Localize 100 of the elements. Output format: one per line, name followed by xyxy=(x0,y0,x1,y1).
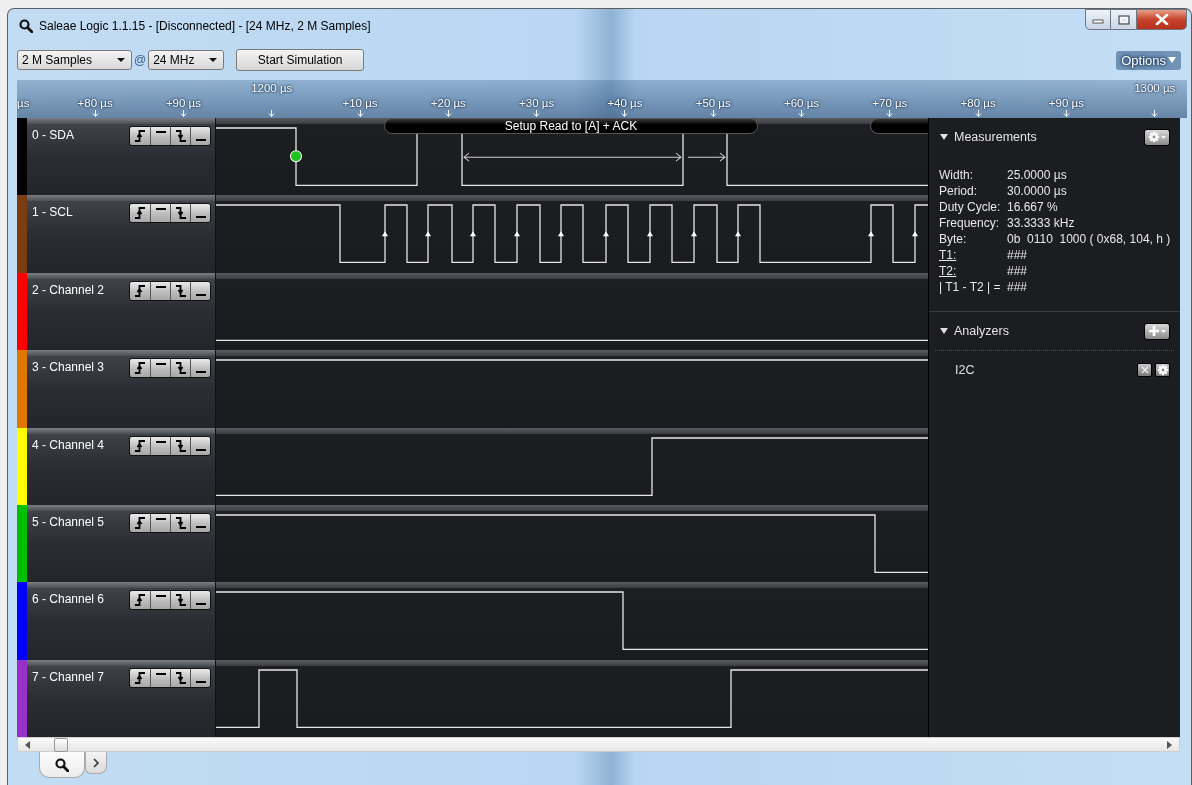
tick-arrow-icon xyxy=(356,110,364,117)
rising-edge-trigger-button[interactable] xyxy=(130,513,150,532)
plus-icon xyxy=(1148,325,1160,337)
falling-edge-trigger-button[interactable] xyxy=(170,281,190,300)
rising-edge-trigger-button[interactable] xyxy=(130,127,150,145)
analyzer-settings-button[interactable] xyxy=(1155,363,1170,377)
start-simulation-button[interactable]: Start Simulation xyxy=(236,49,365,71)
measurements-settings-button[interactable] xyxy=(1144,128,1170,146)
tick-label: µs xyxy=(17,97,30,110)
add-analyzer-button[interactable] xyxy=(1144,322,1170,340)
falling-edge-trigger-button[interactable] xyxy=(170,204,190,223)
remove-analyzer-button[interactable] xyxy=(1137,363,1152,377)
tick-arrow-icon xyxy=(621,110,629,117)
high-level-icon xyxy=(155,672,166,675)
minimize-button[interactable] xyxy=(1085,9,1111,30)
caret-icon xyxy=(1168,57,1176,63)
high-level-trigger-button[interactable] xyxy=(150,668,170,687)
section-title: Analyzers xyxy=(954,324,1009,338)
measurement-value: 33.3333 kHz xyxy=(1007,216,1076,231)
falling-edge-trigger-button[interactable] xyxy=(170,513,190,532)
high-level-trigger-button[interactable] xyxy=(150,436,170,455)
falling-edge-icon xyxy=(174,362,187,375)
rising-edge-trigger-button[interactable] xyxy=(130,281,150,300)
low-level-trigger-button[interactable] xyxy=(190,281,210,300)
low-level-icon xyxy=(195,216,206,219)
tick-label: +80 µs xyxy=(960,97,996,110)
falling-edge-icon xyxy=(174,671,187,684)
tick-label: +70 µs xyxy=(872,97,908,110)
high-level-trigger-button[interactable] xyxy=(150,127,170,145)
maximize-button[interactable] xyxy=(1111,9,1137,30)
gear-icon xyxy=(1148,131,1160,143)
search-icon xyxy=(55,757,69,772)
measurement-value: 30.0000 µs xyxy=(1007,184,1068,199)
analyzer-name: I2C xyxy=(955,363,975,377)
high-level-trigger-button[interactable] xyxy=(150,204,170,223)
channel-name: 0 - SDA xyxy=(32,128,74,142)
high-level-trigger-button[interactable] xyxy=(150,513,170,532)
measurement-label: | T1 - T2 | = xyxy=(939,280,1002,295)
scrollbar-thumb[interactable] xyxy=(54,737,68,752)
next-tab[interactable] xyxy=(85,752,107,774)
high-level-trigger-button[interactable] xyxy=(150,359,170,378)
measurement-label: T1: xyxy=(939,248,958,263)
high-level-trigger-button[interactable] xyxy=(150,281,170,300)
caret-icon xyxy=(117,58,125,62)
collapse-triangle-icon xyxy=(940,328,948,334)
channel-name: 1 - SCL xyxy=(32,205,73,220)
rising-edge-icon xyxy=(134,671,146,684)
channel-name: 3 - Channel 3 xyxy=(32,360,105,375)
channel-name: 4 - Channel 4 xyxy=(32,437,105,452)
channel-name: 6 - Channel 6 xyxy=(32,592,105,607)
sample-rate-dropdown[interactable]: 24 MHz xyxy=(148,50,225,70)
rising-edge-trigger-button[interactable] xyxy=(130,591,150,610)
low-level-icon xyxy=(195,603,206,606)
rising-edge-trigger-button[interactable] xyxy=(130,436,150,455)
tick-arrow-icon xyxy=(709,110,717,117)
low-level-trigger-button[interactable] xyxy=(190,204,210,223)
measurement-value: 0b 0110 1000 ( 0x68, 104, h ) xyxy=(1007,232,1172,247)
maximize-icon xyxy=(1117,14,1130,25)
measurement-value: ### xyxy=(1007,264,1029,279)
rising-edge-trigger-button[interactable] xyxy=(130,668,150,687)
tick-arrow-icon xyxy=(1151,110,1159,117)
tick-arrow-icon xyxy=(798,110,805,117)
falling-edge-trigger-button[interactable] xyxy=(170,127,190,145)
low-level-trigger-button[interactable] xyxy=(190,668,210,687)
channel-name: 2 - Channel 2 xyxy=(32,282,105,297)
measurement-label: Frequency: xyxy=(939,216,1001,231)
rising-edge-icon xyxy=(134,516,146,529)
low-level-icon xyxy=(195,371,206,374)
search-icon xyxy=(19,19,33,33)
falling-edge-trigger-button[interactable] xyxy=(170,668,190,687)
rising-edge-icon xyxy=(134,439,146,452)
low-level-trigger-button[interactable] xyxy=(190,359,210,378)
tick-arrow-icon xyxy=(533,110,541,117)
chevron-right-icon xyxy=(92,757,100,768)
tick-label: +10 µs xyxy=(342,97,378,110)
tick-arrow-icon xyxy=(268,110,276,117)
rising-edge-trigger-button[interactable] xyxy=(130,359,150,378)
low-level-icon xyxy=(195,448,206,451)
tick-arrow-icon xyxy=(974,110,982,117)
high-level-trigger-button[interactable] xyxy=(150,591,170,610)
rising-edge-trigger-button[interactable] xyxy=(130,204,150,223)
tick-arrow-icon xyxy=(91,110,99,117)
falling-edge-trigger-button[interactable] xyxy=(170,591,190,610)
tick-arrow-icon xyxy=(886,110,894,117)
measurement-value: 16.667 % xyxy=(1007,200,1059,215)
high-level-icon xyxy=(155,440,166,443)
close-button[interactable] xyxy=(1137,9,1187,30)
low-level-trigger-button[interactable] xyxy=(190,127,210,145)
low-level-trigger-button[interactable] xyxy=(190,591,210,610)
low-level-trigger-button[interactable] xyxy=(190,513,210,532)
sample-depth-dropdown[interactable]: 2 M Samples xyxy=(17,50,132,70)
falling-edge-trigger-button[interactable] xyxy=(170,436,190,455)
low-level-trigger-button[interactable] xyxy=(190,436,210,455)
rising-edge-icon xyxy=(134,130,146,142)
measurement-value: 25.0000 µs xyxy=(1007,168,1068,183)
search-tab[interactable] xyxy=(39,752,85,778)
low-level-icon xyxy=(195,525,206,528)
measurement-value: ### xyxy=(1007,248,1029,263)
caret-icon xyxy=(1161,329,1166,333)
falling-edge-trigger-button[interactable] xyxy=(170,359,190,378)
